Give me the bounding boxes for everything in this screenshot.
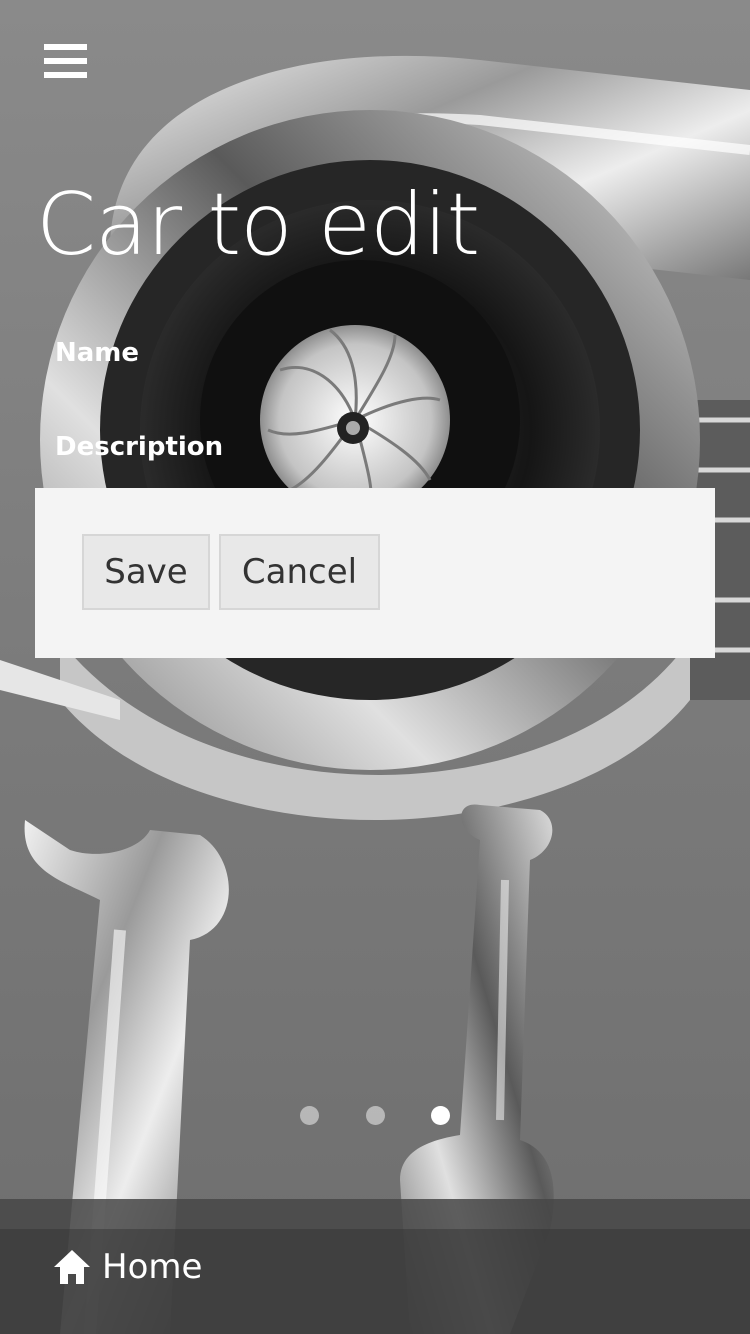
menu-bar <box>44 44 87 50</box>
home-icon <box>54 1250 90 1284</box>
actions-panel: Save Cancel <box>35 488 715 658</box>
home-label: Home <box>102 1247 203 1287</box>
description-label: Description <box>55 432 224 462</box>
page-title: Car to edit <box>36 175 480 275</box>
screen: Car to edit Name Description Save Cancel… <box>0 0 750 1334</box>
menu-bar <box>44 58 87 64</box>
cancel-button[interactable]: Cancel <box>219 534 380 610</box>
hamburger-menu-icon[interactable] <box>44 44 88 82</box>
page-dot-2[interactable] <box>366 1106 385 1125</box>
home-link[interactable]: Home <box>52 1247 202 1287</box>
page-indicator <box>0 1106 750 1128</box>
save-button[interactable]: Save <box>82 534 210 610</box>
menu-bar <box>44 72 87 78</box>
page-dot-1[interactable] <box>300 1106 319 1125</box>
footer-divider <box>0 1199 750 1229</box>
page-dot-3-active[interactable] <box>431 1106 450 1125</box>
name-label: Name <box>55 338 140 368</box>
footer-bar: Home <box>0 1229 750 1334</box>
